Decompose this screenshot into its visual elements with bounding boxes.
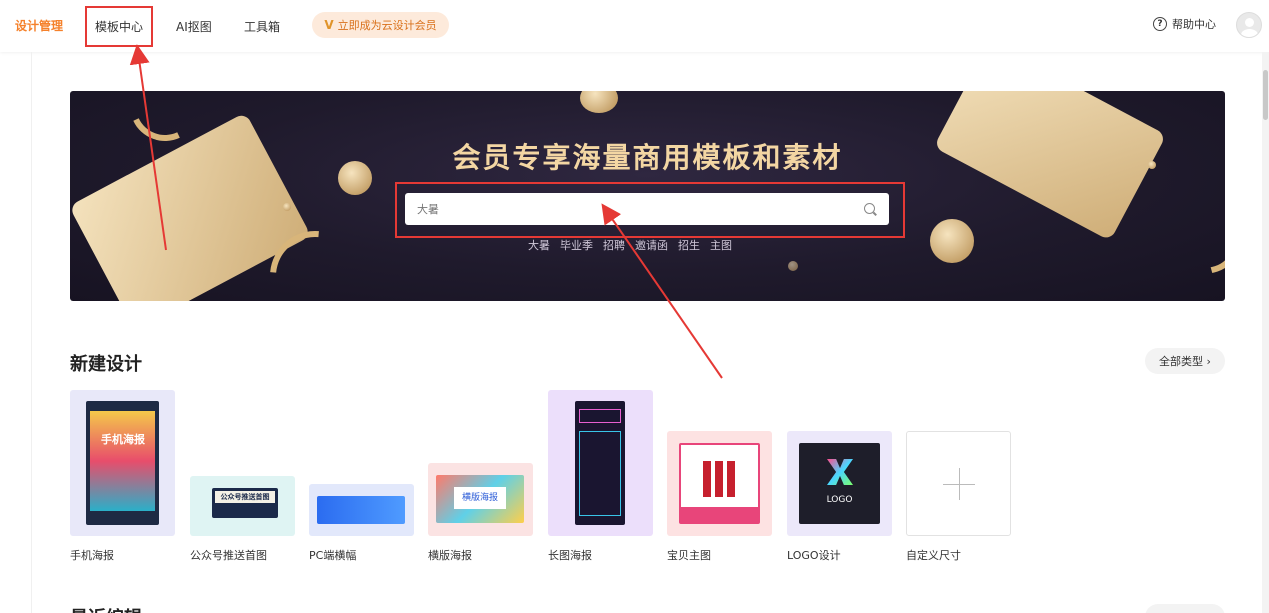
plus-icon	[959, 468, 960, 500]
mobile-poster-thumbnail: 手机海报	[86, 401, 159, 525]
template-label[interactable]: PC端横幅	[309, 547, 356, 563]
template-label[interactable]: LOGO设计	[787, 547, 841, 563]
hot-tag[interactable]: 邀请函	[635, 237, 668, 253]
section-title-new-design: 新建设计	[70, 354, 142, 375]
search-input[interactable]	[417, 193, 847, 225]
all-types-button[interactable]: 全部类型 ›	[1145, 348, 1225, 374]
section-title-recent-edits: 最近编辑	[70, 604, 142, 613]
hot-search-tags: 大暑 毕业季 招聘 邀请函 招生 主图	[528, 237, 732, 253]
template-tile-long-poster[interactable]	[548, 390, 653, 536]
template-label[interactable]: 公众号推送首图	[190, 547, 267, 563]
ribbon-decor	[1138, 183, 1225, 289]
decor-dot	[788, 261, 798, 271]
nav-brand-design-manage[interactable]: 设计管理	[15, 17, 63, 34]
template-tile-pc-banner[interactable]	[309, 484, 414, 536]
thumb-text: 公众号推送首图	[215, 491, 275, 503]
left-sidebar-strip	[0, 52, 32, 613]
thumb-text: 手机海报	[101, 433, 145, 446]
avatar[interactable]	[1236, 12, 1262, 38]
nav-toolbox[interactable]: 工具箱	[244, 18, 280, 35]
vip-upgrade-button[interactable]: V 立即成为云设计会员	[312, 12, 449, 38]
template-tile-product-image[interactable]	[667, 431, 772, 536]
help-center-link[interactable]: ? 帮助中心	[1153, 16, 1216, 32]
template-label[interactable]: 长图海报	[548, 547, 592, 563]
template-label[interactable]: 自定义尺寸	[906, 547, 961, 563]
hot-tag[interactable]: 招生	[678, 237, 700, 253]
scrollbar-thumb[interactable]	[1263, 70, 1268, 120]
thumb-text: LOGO	[826, 495, 853, 505]
hot-tag[interactable]: 招聘	[603, 237, 625, 253]
nav-template-center[interactable]: 模板中心	[84, 6, 154, 47]
template-tile-custom-size[interactable]	[906, 431, 1011, 536]
recent-more-button[interactable]	[1145, 604, 1225, 613]
help-center-label: 帮助中心	[1172, 18, 1216, 31]
pc-banner-thumbnail	[317, 496, 405, 524]
template-label[interactable]: 宝贝主图	[667, 547, 711, 563]
product-image-thumbnail	[679, 443, 760, 524]
thumb-text: 横版海报	[454, 487, 506, 509]
template-tile-logo-design[interactable]: LOGO	[787, 431, 892, 536]
search-box[interactable]	[405, 193, 889, 225]
banner-title: 会员专享海量商用模板和素材	[452, 141, 843, 174]
vip-v-icon: V	[324, 18, 334, 32]
template-tile-wechat-cover[interactable]: 公众号推送首图	[190, 476, 295, 536]
hot-tag[interactable]: 毕业季	[560, 237, 593, 253]
template-label[interactable]: 横版海报	[428, 547, 472, 563]
gold-coin-image	[930, 219, 974, 263]
logo-design-thumbnail: LOGO	[799, 443, 880, 524]
template-tile-mobile-poster[interactable]: 手机海报	[70, 390, 175, 536]
all-types-label: 全部类型	[1159, 355, 1204, 368]
search-icon[interactable]	[864, 203, 875, 214]
hot-tag[interactable]: 大暑	[528, 237, 550, 253]
logo-x-icon	[827, 459, 853, 485]
vip-upgrade-label: 立即成为云设计会员	[337, 19, 437, 32]
gold-coin-image	[580, 91, 618, 113]
decor-dot	[283, 203, 291, 211]
help-icon: ?	[1153, 17, 1167, 31]
scrollbar-track[interactable]	[1262, 52, 1269, 613]
wechat-cover-thumbnail: 公众号推送首图	[212, 488, 278, 518]
nav-ai-cutout[interactable]: AI抠图	[176, 18, 212, 35]
horizontal-poster-thumbnail: 横版海报	[436, 475, 524, 523]
long-poster-thumbnail	[575, 401, 625, 525]
hot-tag[interactable]: 主图	[710, 237, 732, 253]
template-tile-horizontal-poster[interactable]: 横版海报	[428, 463, 533, 536]
chevron-right-icon: ›	[1203, 354, 1211, 368]
top-nav: 设计管理 模板中心 AI抠图 工具箱 V 立即成为云设计会员 ? 帮助中心	[0, 0, 1269, 52]
template-label[interactable]: 手机海报	[70, 547, 114, 563]
